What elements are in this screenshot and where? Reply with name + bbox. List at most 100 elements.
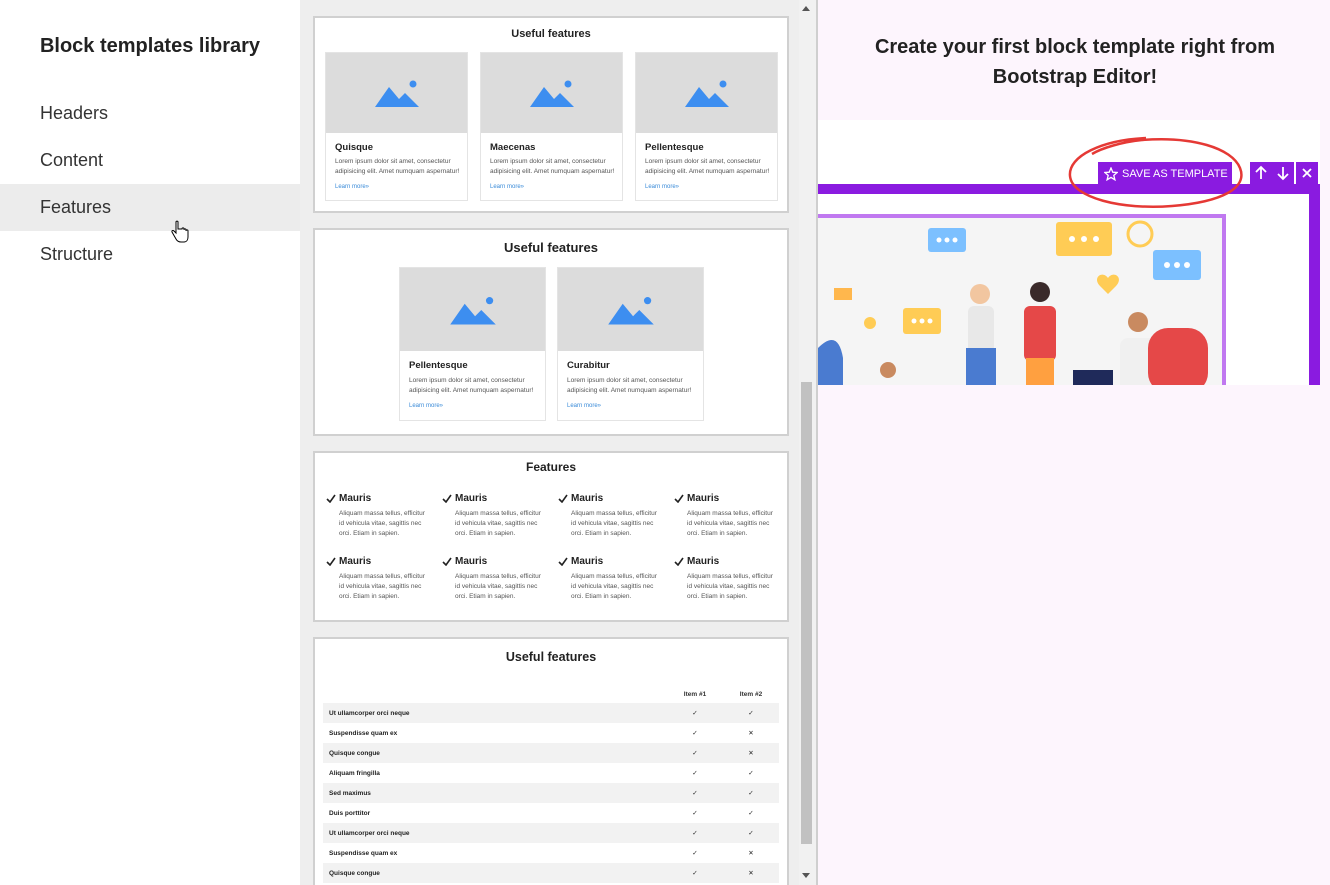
- check-mark: ✓: [692, 810, 698, 817]
- move-up-button[interactable]: [1250, 162, 1272, 184]
- check-mark: ✓: [748, 770, 754, 777]
- checklist-item-desc: Aliquam massa tellus, efficitur id vehic…: [571, 573, 657, 600]
- check-mark: ✓: [723, 823, 779, 843]
- template-card-useful-features-2[interactable]: Useful features Pellentesque Lorem ipsum…: [313, 228, 789, 436]
- learn-more-link[interactable]: Learn more»: [335, 184, 369, 190]
- feature-desc: Lorem ipsum dolor sit amet, consectetur …: [490, 158, 615, 175]
- checklist-item: Mauris Aliquam massa tellus, efficitur i…: [558, 493, 663, 539]
- checklist-item-desc: Aliquam massa tellus, efficitur id vehic…: [687, 510, 773, 537]
- check-mark: ✓: [667, 743, 723, 763]
- hand-cursor-icon: [171, 220, 189, 243]
- image-placeholder: [558, 268, 703, 351]
- checklist-item: Mauris Aliquam massa tellus, efficitur i…: [442, 493, 547, 539]
- check-mark: ✓: [723, 783, 779, 803]
- feature-name: Maecenas: [490, 142, 536, 153]
- check-mark: ✓: [723, 703, 779, 723]
- comparison-table: Item #1 Item #2 Ut ullamcorper orci nequ…: [323, 685, 779, 883]
- feature-card: Maecenas Lorem ipsum dolor sit amet, con…: [480, 52, 623, 201]
- image-placeholder: [636, 53, 777, 133]
- scroll-down-arrow-icon[interactable]: [802, 873, 810, 878]
- table-header-item1: Item #1: [683, 690, 707, 698]
- editor-preview: SAVE AS TEMPLATE: [818, 120, 1320, 385]
- checklist-item-title: Mauris: [455, 493, 488, 504]
- feature-name: Curabitur: [567, 360, 610, 371]
- learn-more-link[interactable]: Learn more»: [567, 403, 601, 409]
- learn-more-link[interactable]: Learn more»: [490, 184, 524, 190]
- template-card-comparison-table[interactable]: Useful features Item #1 Item #2 Ut ullam…: [313, 637, 789, 885]
- feature-desc: Lorem ipsum dolor sit amet, consectetur …: [645, 158, 770, 175]
- table-row: Quisque congue ✓ ✕: [323, 743, 779, 763]
- image-placeholder: [326, 53, 467, 133]
- check-mark: ✓: [692, 770, 698, 777]
- checklist-item: Mauris Aliquam massa tellus, efficitur i…: [558, 556, 663, 602]
- table-row: Duis porttitor ✓ ✓: [323, 803, 779, 823]
- checklist-item-title: Mauris: [687, 493, 720, 504]
- row-label: Quisque congue: [323, 863, 667, 883]
- table-header-row: Item #1 Item #2: [323, 685, 779, 703]
- arrow-down-icon: [1277, 167, 1289, 181]
- row-label: Ut ullamcorper orci neque: [323, 703, 667, 723]
- checklist-item-title: Mauris: [687, 556, 720, 567]
- check-icon: [326, 494, 336, 503]
- learn-more-link[interactable]: Learn more»: [409, 403, 443, 409]
- check-mark: ✓: [748, 810, 754, 817]
- checklist-item: Mauris Aliquam massa tellus, efficitur i…: [326, 556, 431, 602]
- row-label: Sed maximus: [323, 783, 667, 803]
- feature-name: Quisque: [335, 142, 374, 153]
- learn-more-link[interactable]: Learn more»: [645, 184, 679, 190]
- row-label: Suspendisse quam ex: [329, 729, 398, 737]
- checklist-item: Mauris Aliquam massa tellus, efficitur i…: [326, 493, 431, 539]
- table-row: Ut ullamcorper orci neque ✓ ✓: [323, 703, 779, 723]
- feature-name: Pellentesque: [409, 360, 468, 371]
- template-card-useful-features-3[interactable]: Useful features Quisque Lorem ipsum dolo…: [313, 16, 789, 213]
- check-mark: ✓: [692, 730, 698, 737]
- promo-title: Create your first block template right f…: [818, 32, 1330, 92]
- cross-mark: ✕: [748, 850, 754, 857]
- image-placeholder-icon: [607, 296, 654, 324]
- check-icon: [674, 557, 684, 566]
- checklist-item: Mauris Aliquam massa tellus, efficitur i…: [442, 556, 547, 602]
- sidebar-item-features[interactable]: Features: [0, 184, 300, 231]
- table-row: Suspendisse quam ex ✓ ✕: [323, 723, 779, 743]
- sidebar-item-structure[interactable]: Structure: [0, 231, 300, 278]
- sidebar: Block templates library Headers Content …: [0, 0, 300, 885]
- sidebar-item-content[interactable]: Content: [0, 137, 300, 184]
- checklist-item-desc: Aliquam massa tellus, efficitur id vehic…: [339, 510, 425, 537]
- checklist-item-title: Mauris: [339, 556, 372, 567]
- cross-mark: ✕: [748, 730, 754, 737]
- feature-name: Pellentesque: [645, 142, 704, 153]
- checklist-item-title: Mauris: [339, 493, 372, 504]
- move-down-button[interactable]: [1272, 162, 1294, 184]
- template-list-scrollbar[interactable]: [799, 0, 816, 885]
- checklist-item-desc: Aliquam massa tellus, efficitur id vehic…: [455, 573, 541, 600]
- check-icon: [442, 557, 452, 566]
- table-row: Quisque congue ✓ ✕: [323, 863, 779, 883]
- checklist-item-title: Mauris: [571, 493, 604, 504]
- scroll-up-arrow-icon[interactable]: [802, 6, 810, 11]
- scroll-thumb[interactable]: [801, 382, 812, 844]
- preview-illustration: [818, 214, 1226, 385]
- close-icon: [1302, 168, 1312, 178]
- row-label: Ut ullamcorper orci neque: [323, 823, 667, 843]
- check-icon: [326, 557, 336, 566]
- row-label: Aliquam fringilla: [329, 769, 380, 777]
- template-card-features-checklist[interactable]: Features Mauris Aliquam massa tellus, ef…: [313, 451, 789, 622]
- promo-panel: Create your first block template right f…: [816, 0, 1330, 885]
- image-placeholder-icon: [529, 80, 574, 107]
- arrow-up-icon: [1255, 165, 1267, 179]
- check-mark: ✓: [667, 703, 723, 723]
- checklist-item-title: Mauris: [455, 556, 488, 567]
- checklist-item: Mauris Aliquam massa tellus, efficitur i…: [674, 556, 779, 602]
- remove-block-button[interactable]: [1296, 162, 1318, 184]
- template-list[interactable]: Useful features Quisque Lorem ipsum dolo…: [300, 0, 816, 885]
- feature-desc: Lorem ipsum dolor sit amet, consectetur …: [567, 377, 692, 394]
- cross-mark: ✕: [723, 743, 779, 763]
- feature-card: Quisque Lorem ipsum dolor sit amet, cons…: [325, 52, 468, 201]
- promo-title-line2: Bootstrap Editor!: [992, 66, 1158, 88]
- card-title: Useful features: [511, 28, 591, 40]
- checklist-item-title: Mauris: [571, 556, 604, 567]
- card-title: Features: [525, 460, 577, 474]
- check-icon: [558, 557, 568, 566]
- sidebar-item-headers[interactable]: Headers: [0, 90, 300, 137]
- checklist-item-desc: Aliquam massa tellus, efficitur id vehic…: [687, 573, 773, 600]
